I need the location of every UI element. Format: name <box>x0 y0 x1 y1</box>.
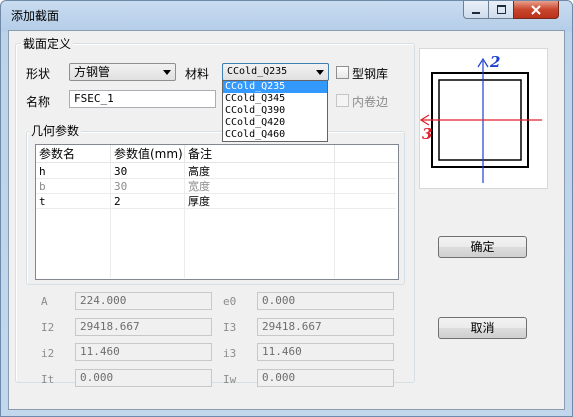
param-value-cell[interactable]: 30 <box>111 164 127 179</box>
dropdown-option[interactable]: CCold_Q460 <box>223 129 327 141</box>
param-name-cell: t <box>39 195 46 208</box>
prop-label-I3: I3 <box>223 321 237 334</box>
param-value-cell[interactable]: 2 <box>111 194 121 209</box>
material-dropdown-list[interactable]: CCold_Q235 CCold_Q345 CCold_Q390 CCold_Q… <box>222 80 328 142</box>
prop-label-A: A <box>41 295 48 308</box>
dropdown-option[interactable]: CCold_Q235 <box>223 81 327 93</box>
shape-label: 形状 <box>26 67 51 81</box>
material-label: 材料 <box>185 67 210 81</box>
geometry-group-title: 几何参数 <box>29 122 82 139</box>
maximize-button[interactable] <box>488 1 514 19</box>
prop-label-It: It <box>41 373 55 386</box>
material-value: CCold_Q235 <box>227 66 288 77</box>
axis-2-label: 2 <box>490 53 501 71</box>
close-icon <box>531 4 541 15</box>
prop-label-i2: i2 <box>41 347 55 360</box>
prop-value-e0: 0.000 <box>257 292 394 310</box>
section-diagram: 2 3 <box>419 48 548 189</box>
param-note-cell: 宽度 <box>188 180 210 193</box>
prop-value-I3: 29418.667 <box>257 318 394 336</box>
column-header-note[interactable]: 备注 <box>185 145 335 163</box>
column-header-spacer <box>335 145 398 163</box>
dropdown-option[interactable]: CCold_Q390 <box>223 105 327 117</box>
prop-value-It: 0.000 <box>75 369 212 387</box>
table-row[interactable]: t 2 厚度 <box>36 194 396 209</box>
cancel-button[interactable]: 取消 <box>438 317 527 339</box>
inner-curl-checkbox[interactable] <box>336 94 349 107</box>
minimize-button[interactable] <box>463 1 489 19</box>
chevron-down-icon <box>316 70 324 75</box>
param-value-cell[interactable]: 30 <box>111 179 127 194</box>
dialog-window: 添加截面 截面定义 形状 方钢管 材料 CCold_Q235 型钢库 内卷边 名… <box>0 0 573 417</box>
maximize-icon <box>496 5 506 14</box>
param-note-cell: 高度 <box>188 165 210 178</box>
prop-label-e0: e0 <box>223 295 237 308</box>
name-input[interactable]: FSEC_1 <box>69 90 216 108</box>
shape-select[interactable]: 方钢管 <box>69 63 176 81</box>
dropdown-option[interactable]: CCold_Q420 <box>223 117 327 129</box>
prop-label-i3: i3 <box>223 347 237 360</box>
ok-button[interactable]: 确定 <box>438 236 527 258</box>
steel-library-checkbox[interactable] <box>336 66 349 79</box>
param-note-cell: 厚度 <box>188 195 210 208</box>
parameter-table: 参数名 参数值(mm) 备注 h 30 高度 b 30 宽度 t 2 厚度 <box>35 144 399 280</box>
prop-label-I2: I2 <box>41 321 55 334</box>
dropdown-option[interactable]: CCold_Q345 <box>223 93 327 105</box>
axis-3-label: 3 <box>422 125 433 143</box>
inner-curl-label: 内卷边 <box>352 95 389 109</box>
prop-value-A: 224.000 <box>75 292 212 310</box>
close-button[interactable] <box>513 1 559 19</box>
title-bar[interactable]: 添加截面 <box>1 1 572 30</box>
shape-value: 方钢管 <box>74 65 111 79</box>
square-tube-section-drawing <box>419 57 542 183</box>
prop-value-I2: 29418.667 <box>75 318 212 336</box>
prop-value-i3: 11.460 <box>257 343 394 361</box>
material-select[interactable]: CCold_Q235 <box>222 63 329 81</box>
table-row[interactable]: h 30 高度 <box>36 164 396 179</box>
prop-label-Iw: Iw <box>223 373 237 386</box>
prop-value-i2: 11.460 <box>75 343 212 361</box>
column-header-name[interactable]: 参数名 <box>36 145 111 163</box>
steel-library-label: 型钢库 <box>352 67 389 81</box>
column-header-value[interactable]: 参数值(mm) <box>111 145 185 163</box>
chevron-down-icon <box>163 70 171 75</box>
param-name-cell: b <box>39 180 46 193</box>
minimize-icon <box>472 11 480 14</box>
table-row[interactable]: b 30 宽度 <box>36 179 396 194</box>
name-label: 名称 <box>26 95 51 109</box>
param-name-cell: h <box>39 165 46 178</box>
window-title: 添加截面 <box>11 9 60 23</box>
section-definition-title: 截面定义 <box>21 35 74 52</box>
prop-value-Iw: 0.000 <box>257 369 394 387</box>
